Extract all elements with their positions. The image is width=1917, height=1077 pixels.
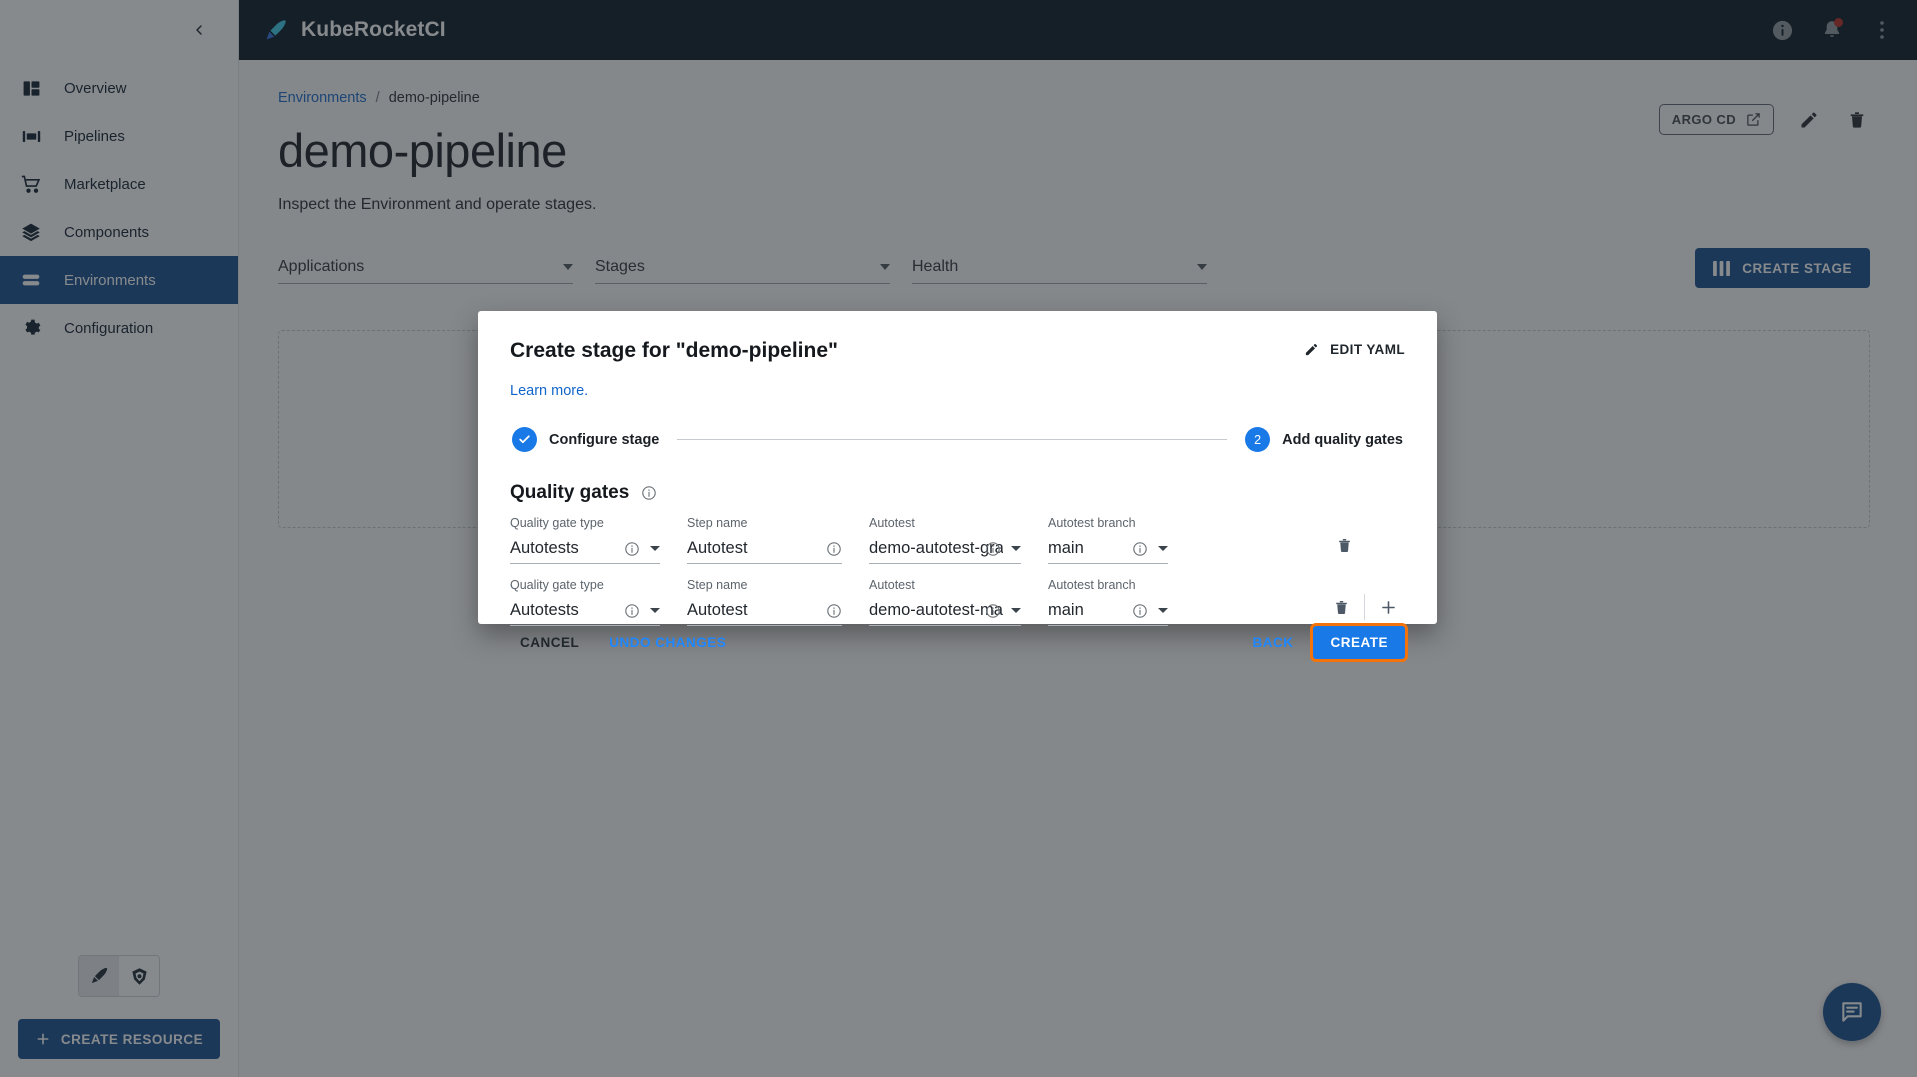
field-value: main [1048, 601, 1084, 619]
edit-yaml-button[interactable]: EDIT YAML [1304, 339, 1405, 357]
row-actions [1327, 528, 1405, 564]
pencil-icon [1304, 342, 1319, 357]
info-circle-icon[interactable] [624, 541, 640, 557]
row-actions [1324, 590, 1405, 626]
field-label: Autotest [869, 516, 915, 530]
screen-root: Overview Pipelines Marketplace [0, 0, 1917, 1077]
autotest-branch-field[interactable]: Autotest branch main [1048, 578, 1168, 626]
learn-more-link[interactable]: Learn more. [510, 383, 1405, 399]
field-label: Step name [687, 578, 748, 592]
add-quality-gate-button[interactable] [1371, 590, 1405, 624]
delete-quality-gate-button[interactable] [1327, 528, 1361, 562]
back-button[interactable]: BACK [1242, 627, 1303, 658]
dialog-footer-right: BACK CREATE [1242, 623, 1408, 662]
create-button[interactable]: CREATE [1310, 623, 1408, 662]
dialog-footer: CANCEL UNDO CHANGES BACK CREATE [510, 623, 1408, 681]
delete-quality-gate-button[interactable] [1324, 590, 1358, 624]
info-circle-icon[interactable] [826, 541, 842, 557]
info-circle-icon[interactable] [624, 603, 640, 619]
autotest-field[interactable]: Autotest demo-autotest-gradle [869, 516, 1021, 564]
chevron-down-icon[interactable] [1158, 608, 1168, 613]
quality-gate-row: Quality gate type Autotests Step name Au… [510, 578, 1405, 626]
step-connector [677, 439, 1228, 440]
info-circle-icon[interactable] [1132, 603, 1148, 619]
step-name-field[interactable]: Step name Autotest [687, 516, 842, 564]
field-value: Autotests [510, 601, 579, 619]
field-value: Autotest [687, 601, 748, 619]
step-configure-stage[interactable]: Configure stage [512, 427, 659, 452]
create-stage-dialog: Create stage for "demo-pipeline" EDIT YA… [478, 311, 1437, 662]
step-add-quality-gates[interactable]: 2 Add quality gates [1245, 427, 1403, 452]
step-label: Add quality gates [1282, 431, 1403, 448]
wizard-stepper: Configure stage 2 Add quality gates [510, 427, 1405, 452]
field-label: Step name [687, 516, 748, 530]
plus-icon [1379, 598, 1398, 617]
field-label: Autotest [869, 578, 915, 592]
step-label: Configure stage [549, 431, 660, 448]
dialog-header: Create stage for "demo-pipeline" EDIT YA… [510, 311, 1405, 363]
trash-icon [1333, 599, 1350, 616]
chevron-down-icon[interactable] [1158, 546, 1168, 551]
field-value: demo-autotest-maven [869, 601, 1003, 619]
field-value: Autotests [510, 539, 579, 557]
field-value: Autotest [687, 539, 748, 557]
actions-divider [1364, 594, 1365, 620]
autotest-field[interactable]: Autotest demo-autotest-maven [869, 578, 1021, 626]
chevron-down-icon[interactable] [650, 546, 660, 551]
info-circle-icon[interactable] [985, 541, 1001, 557]
step-marker [512, 427, 537, 452]
chevron-down-icon[interactable] [1011, 546, 1021, 551]
field-value: main [1048, 539, 1084, 557]
cancel-button[interactable]: CANCEL [510, 627, 589, 658]
step-name-field[interactable]: Step name Autotest [687, 578, 842, 626]
field-label: Quality gate type [510, 516, 604, 530]
quality-gates-title: Quality gates [510, 482, 630, 503]
chevron-down-icon[interactable] [1011, 608, 1021, 613]
step-marker: 2 [1245, 427, 1271, 452]
field-label: Autotest branch [1048, 578, 1136, 592]
quality-gate-type-field[interactable]: Quality gate type Autotests [510, 516, 660, 564]
field-label: Autotest branch [1048, 516, 1136, 530]
info-circle-icon[interactable] [826, 603, 842, 619]
trash-icon [1336, 537, 1353, 554]
quality-gate-row: Quality gate type Autotests Step name Au… [510, 516, 1405, 564]
info-circle-icon[interactable] [985, 603, 1001, 619]
info-circle-icon[interactable] [641, 485, 657, 501]
info-circle-icon[interactable] [1132, 541, 1148, 557]
autotest-branch-field[interactable]: Autotest branch main [1048, 516, 1168, 564]
chevron-down-icon[interactable] [650, 608, 660, 613]
edit-yaml-label: EDIT YAML [1330, 342, 1405, 357]
dialog-title: Create stage for "demo-pipeline" [510, 339, 838, 362]
quality-gate-type-field[interactable]: Quality gate type Autotests [510, 578, 660, 626]
quality-gates-header: Quality gates [510, 482, 1405, 504]
undo-changes-button[interactable]: UNDO CHANGES [599, 627, 736, 658]
field-label: Quality gate type [510, 578, 604, 592]
field-value: demo-autotest-gradle [869, 539, 1003, 557]
